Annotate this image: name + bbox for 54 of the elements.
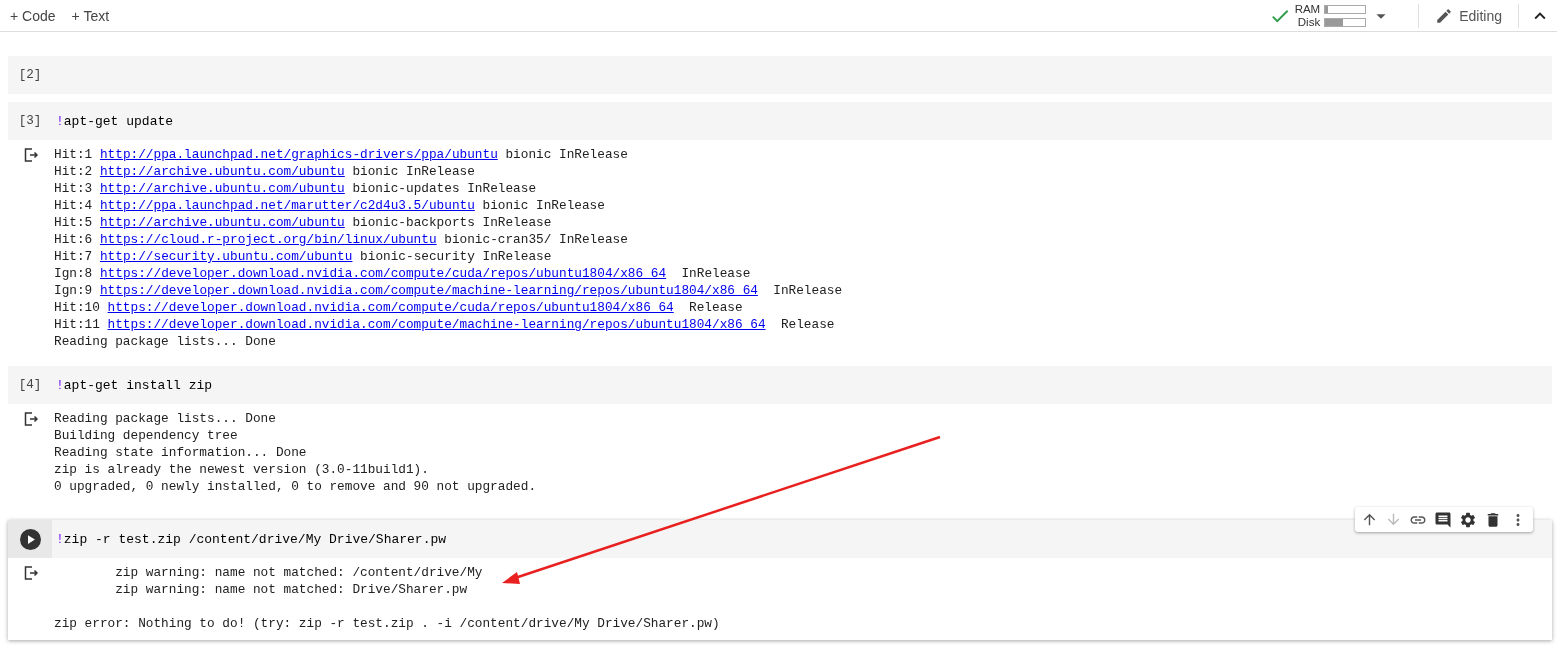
output-icon <box>24 412 38 426</box>
output-line: Hit:1 http://ppa.launchpad.net/graphics-drivers/ppa/ubuntu bionic InRelease <box>54 146 629 163</box>
output-line: Hit:7 http://security.ubuntu.com/ubuntu bionic-security InRelease <box>54 248 553 265</box>
output-link[interactable]: https://developer.download.nvidia.com/compute/machine-learning/repos/ubuntu1804/x86_64 <box>99 283 758 298</box>
output-line: Reading state information... Done <box>54 444 308 461</box>
output-line: Ign:9 https://developer.download.nvidia.com/compute/machine-learning/repos/ubuntu1804/x86_64 InRelease <box>54 282 843 299</box>
code-line: !zip -r test.zip /content/drive/My Drive/Sharer.pw <box>56 531 447 547</box>
output-line: Hit:10 https://developer.download.nvidia.com/compute/cuda/repos/ubuntu1804/x86_64 Release <box>54 299 744 316</box>
comment-icon[interactable] <box>1434 510 1452 529</box>
execution-count: [4] <box>18 378 42 392</box>
output-line: Building dependency tree <box>54 427 239 444</box>
output-link[interactable]: https://developer.download.nvidia.com/compute/cuda/repos/ubuntu1804/x86_64 <box>107 300 674 315</box>
output-link[interactable]: https://cloud.r-project.org/bin/linux/ubuntu <box>99 232 437 247</box>
output-line: 0 upgraded, 0 newly installed, 0 to remove and 90 not upgraded. <box>54 478 537 495</box>
settings-icon[interactable] <box>1459 510 1477 529</box>
output-link[interactable]: http://archive.ubuntu.com/ubuntu <box>99 164 345 179</box>
meter-label: RAM <box>1294 2 1321 16</box>
add-cell-button[interactable]: + Text <box>65 5 116 26</box>
output-icon <box>24 148 38 162</box>
output-line: Hit:3 http://archive.ubuntu.com/ubuntu bionic-updates InRelease <box>54 180 538 197</box>
output-link[interactable]: https://developer.download.nvidia.com/compute/machine-learning/repos/ubuntu1804/x86_64 <box>107 317 766 332</box>
code-input[interactable]: !zip -r test.zip /content/drive/My Drive/Sharer.pw <box>8 520 1552 558</box>
output-line: zip warning: name not matched: Drive/Sharer.pw <box>114 581 469 598</box>
output-line: Hit:2 http://archive.ubuntu.com/ubuntu bionic InRelease <box>54 163 476 180</box>
output-line: zip warning: name not matched: /content/drive/My <box>114 564 484 581</box>
output-line: Ign:8 https://developer.download.nvidia.com/compute/cuda/repos/ubuntu1804/x86_64 InRelease <box>54 265 752 282</box>
editing-button[interactable]: Editing <box>1429 4 1508 27</box>
run-button[interactable] <box>19 528 41 550</box>
code-input[interactable]: [3] !apt-get update <box>8 102 1552 140</box>
code-input[interactable]: [2] <box>8 56 1552 94</box>
output-link[interactable]: http://security.ubuntu.com/ubuntu <box>99 249 353 264</box>
output-link[interactable]: https://developer.download.nvidia.com/compute/cuda/repos/ubuntu1804/x86_64 <box>99 266 667 281</box>
output-line: Hit:4 http://ppa.launchpad.net/marutter/c2d4u3.5/ubuntu bionic InRelease <box>54 197 606 214</box>
code-input[interactable]: [4] !apt-get install zip <box>8 366 1552 404</box>
output-line: Hit:5 http://archive.ubuntu.com/ubuntu bionic-backports InRelease <box>54 214 553 231</box>
output-line: Hit:6 https://cloud.r-project.org/bin/linux/ubuntu bionic-cran35/ InRelease <box>54 231 629 248</box>
output-line: Reading package lists... Done <box>54 333 277 350</box>
output-line: zip error: Nothing to do! (try: zip -r test.zip . -i /content/drive/My Drive/Sharer.pw) <box>54 615 720 632</box>
output-link[interactable]: http://archive.ubuntu.com/ubuntu <box>99 181 345 196</box>
code-line: !apt-get install zip <box>56 377 213 393</box>
execution-count: [3] <box>18 114 42 128</box>
move-up-icon[interactable] <box>1361 511 1378 528</box>
output-link[interactable]: http://ppa.launchpad.net/marutter/c2d4u3.5/ubuntu <box>99 198 475 213</box>
add-cell-button[interactable]: + Code <box>4 5 62 26</box>
execution-count: [2] <box>18 68 42 82</box>
pencil-icon <box>1435 6 1454 25</box>
meter-label: Disk <box>1297 15 1321 29</box>
code-line: !apt-get update <box>56 113 174 129</box>
output-line: zip is already the newest version (3.0-11build1). <box>54 461 430 478</box>
output-icon <box>24 566 38 580</box>
output-link[interactable]: http://ppa.launchpad.net/graphics-drivers/ppa/ubuntu <box>99 147 498 162</box>
output-line: Reading package lists... Done <box>54 410 277 427</box>
output-link[interactable]: http://archive.ubuntu.com/ubuntu <box>99 215 345 230</box>
output-line: Hit:11 https://developer.download.nvidia.com/compute/machine-learning/repos/ubuntu1804/x86_64 Release <box>54 316 836 333</box>
